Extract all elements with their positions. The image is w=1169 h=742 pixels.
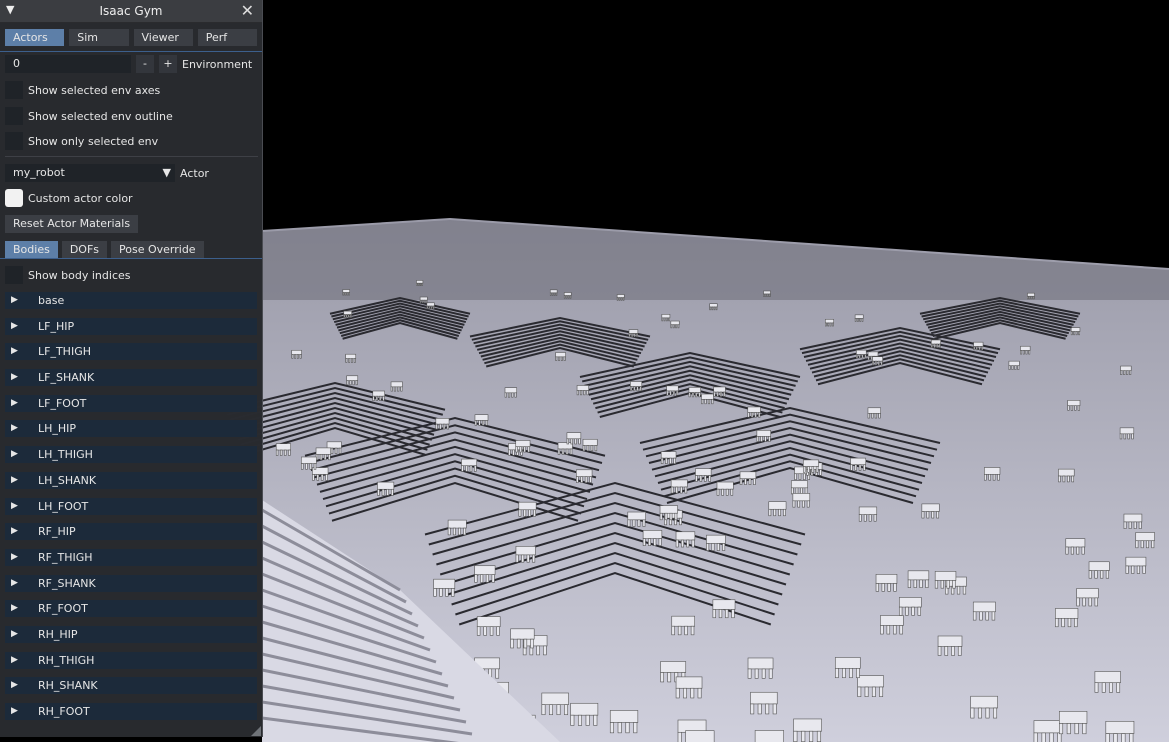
tab-dofs[interactable]: DOFs <box>61 241 108 258</box>
tree-item-label: RF_HIP <box>38 525 76 539</box>
tree-item[interactable]: ▶ base <box>5 292 257 309</box>
chevron-down-icon[interactable]: ▼ <box>163 164 171 182</box>
triangle-right-icon[interactable]: ▶ <box>11 549 18 566</box>
tab-perf[interactable]: Perf <box>197 29 257 46</box>
triangle-right-icon[interactable]: ▶ <box>11 575 18 592</box>
close-icon[interactable]: ✕ <box>241 1 254 20</box>
reset-actor-materials-button[interactable]: Reset Actor Materials <box>5 215 139 233</box>
tree-item-label: LH_SHANK <box>38 473 97 487</box>
tree-item[interactable]: ▶ RH_HIP <box>5 625 257 643</box>
env-outline-checkbox[interactable] <box>5 107 23 125</box>
tab-sim[interactable]: Sim <box>69 29 129 46</box>
tab-bodies[interactable]: Bodies <box>5 241 58 258</box>
tree-item[interactable]: ▶ LF_SHANK <box>5 369 257 387</box>
env-axes-checkbox[interactable] <box>5 81 23 99</box>
actor-select[interactable]: my_robot ▼ <box>5 164 175 182</box>
tree-item-label: RF_SHANK <box>38 576 96 590</box>
tree-item[interactable]: ▶ RH_FOOT <box>5 703 257 720</box>
tree-item-label: RF_FOOT <box>38 602 88 616</box>
tree-item[interactable]: ▶ LF_THIGH <box>5 343 257 361</box>
subtab-underline <box>0 258 262 259</box>
separator <box>5 156 258 157</box>
tree-item[interactable]: ▶ RH_THIGH <box>5 651 257 669</box>
window-title: Isaac Gym <box>99 4 163 18</box>
triangle-right-icon[interactable]: ▶ <box>11 420 18 437</box>
tree-item[interactable]: ▶ LF_FOOT <box>5 394 257 412</box>
triangle-down-icon[interactable]: ▼ <box>6 3 14 16</box>
env-outline-label: Show selected env outline <box>28 109 173 123</box>
custom-color-swatch[interactable] <box>5 189 23 207</box>
panel-titlebar[interactable]: ▼ Isaac Gym ✕ <box>0 0 262 23</box>
environment-increment-button[interactable]: + <box>159 55 177 73</box>
tree-item-label: RH_SHANK <box>38 679 98 693</box>
body-tree: ▶ base ▶ LF_HIP ▶ LF_THIGH ▶ LF_SHANK ▶ LF_FOOT ▶ L… <box>5 292 257 729</box>
tree-item[interactable]: ▶ LH_HIP <box>5 420 257 438</box>
isaac-gym-panel: ▼ Isaac Gym ✕ Actors Sim Viewer Perf 0 -… <box>0 0 263 737</box>
triangle-right-icon[interactable]: ▶ <box>11 498 18 515</box>
triangle-right-icon[interactable]: ▶ <box>11 343 18 360</box>
tree-item[interactable]: ▶ RF_FOOT <box>5 600 257 618</box>
actor-select-value: my_robot <box>13 166 65 179</box>
body-tabs: Bodies DOFs Pose Override <box>5 241 204 258</box>
checkbox-env-axes[interactable]: Show selected env axes <box>5 81 160 99</box>
only-selected-env-checkbox[interactable] <box>5 132 23 150</box>
env-axes-label: Show selected env axes <box>28 83 161 97</box>
tree-item[interactable]: ▶ LH_THIGH <box>5 446 257 464</box>
main-tabs: Actors Sim Viewer Perf <box>0 23 262 52</box>
tab-viewer[interactable]: Viewer <box>133 29 193 46</box>
environment-input[interactable]: 0 <box>5 55 131 73</box>
custom-color-row[interactable]: Custom actor color <box>5 189 133 207</box>
tree-item-label: LH_HIP <box>38 422 77 436</box>
tree-item[interactable]: ▶ LH_FOOT <box>5 497 257 515</box>
triangle-right-icon[interactable]: ▶ <box>11 626 18 643</box>
tree-item-label: LF_HIP <box>38 319 75 333</box>
tree-item[interactable]: ▶ RF_THIGH <box>5 548 257 566</box>
triangle-right-icon[interactable]: ▶ <box>11 652 18 669</box>
triangle-right-icon[interactable]: ▶ <box>11 395 18 412</box>
triangle-right-icon[interactable]: ▶ <box>11 600 18 617</box>
tree-item-label: RH_FOOT <box>38 705 90 718</box>
triangle-right-icon[interactable]: ▶ <box>11 318 18 335</box>
environment-row: 0 - + Environment <box>5 55 252 73</box>
checkbox-env-outline[interactable]: Show selected env outline <box>5 107 173 125</box>
triangle-right-icon[interactable]: ▶ <box>11 523 18 540</box>
robot <box>754 730 784 742</box>
tree-item[interactable]: ▶ RH_SHANK <box>5 677 257 695</box>
show-body-indices-checkbox[interactable] <box>5 266 23 284</box>
tree-item-label: LH_THIGH <box>38 448 93 462</box>
tree-item-label: LF_SHANK <box>38 371 95 385</box>
triangle-right-icon[interactable]: ▶ <box>11 292 18 309</box>
checkbox-only-selected-env[interactable]: Show only selected env <box>5 132 158 150</box>
resize-grip-icon[interactable] <box>251 726 261 736</box>
robot <box>685 730 715 742</box>
triangle-right-icon[interactable]: ▶ <box>11 677 18 694</box>
triangle-right-icon[interactable]: ▶ <box>11 446 18 463</box>
show-body-indices-row[interactable]: Show body indices <box>5 266 131 284</box>
tab-actors[interactable]: Actors <box>5 29 65 46</box>
environment-decrement-button[interactable]: - <box>136 55 154 73</box>
tree-item-label: RF_THIGH <box>38 550 93 564</box>
tree-item[interactable]: ▶ LH_SHANK <box>5 471 257 489</box>
tree-item-label: RH_THIGH <box>38 653 95 667</box>
actor-label: Actor <box>180 166 209 180</box>
custom-color-label: Custom actor color <box>28 191 133 205</box>
only-selected-env-label: Show only selected env <box>28 134 159 148</box>
triangle-right-icon[interactable]: ▶ <box>11 369 18 386</box>
tree-item-label: RH_HIP <box>38 627 78 641</box>
tab-pose-override[interactable]: Pose Override <box>111 241 204 258</box>
environment-label: Environment <box>182 57 253 71</box>
tree-item[interactable]: ▶ RF_HIP <box>5 523 257 541</box>
tree-item[interactable]: ▶ LF_HIP <box>5 317 257 335</box>
show-body-indices-label: Show body indices <box>28 268 131 282</box>
triangle-right-icon[interactable]: ▶ <box>11 472 18 489</box>
tree-item[interactable]: ▶ RF_SHANK <box>5 574 257 592</box>
tree-item-label: LF_THIGH <box>38 345 91 359</box>
tree-item-label: LH_FOOT <box>38 499 89 513</box>
triangle-right-icon[interactable]: ▶ <box>11 703 18 720</box>
tree-item-label: LF_FOOT <box>38 396 87 410</box>
tree-item-label: base <box>38 294 65 307</box>
reset-row: Reset Actor Materials <box>5 215 139 233</box>
actor-row: my_robot ▼ Actor <box>5 164 209 182</box>
